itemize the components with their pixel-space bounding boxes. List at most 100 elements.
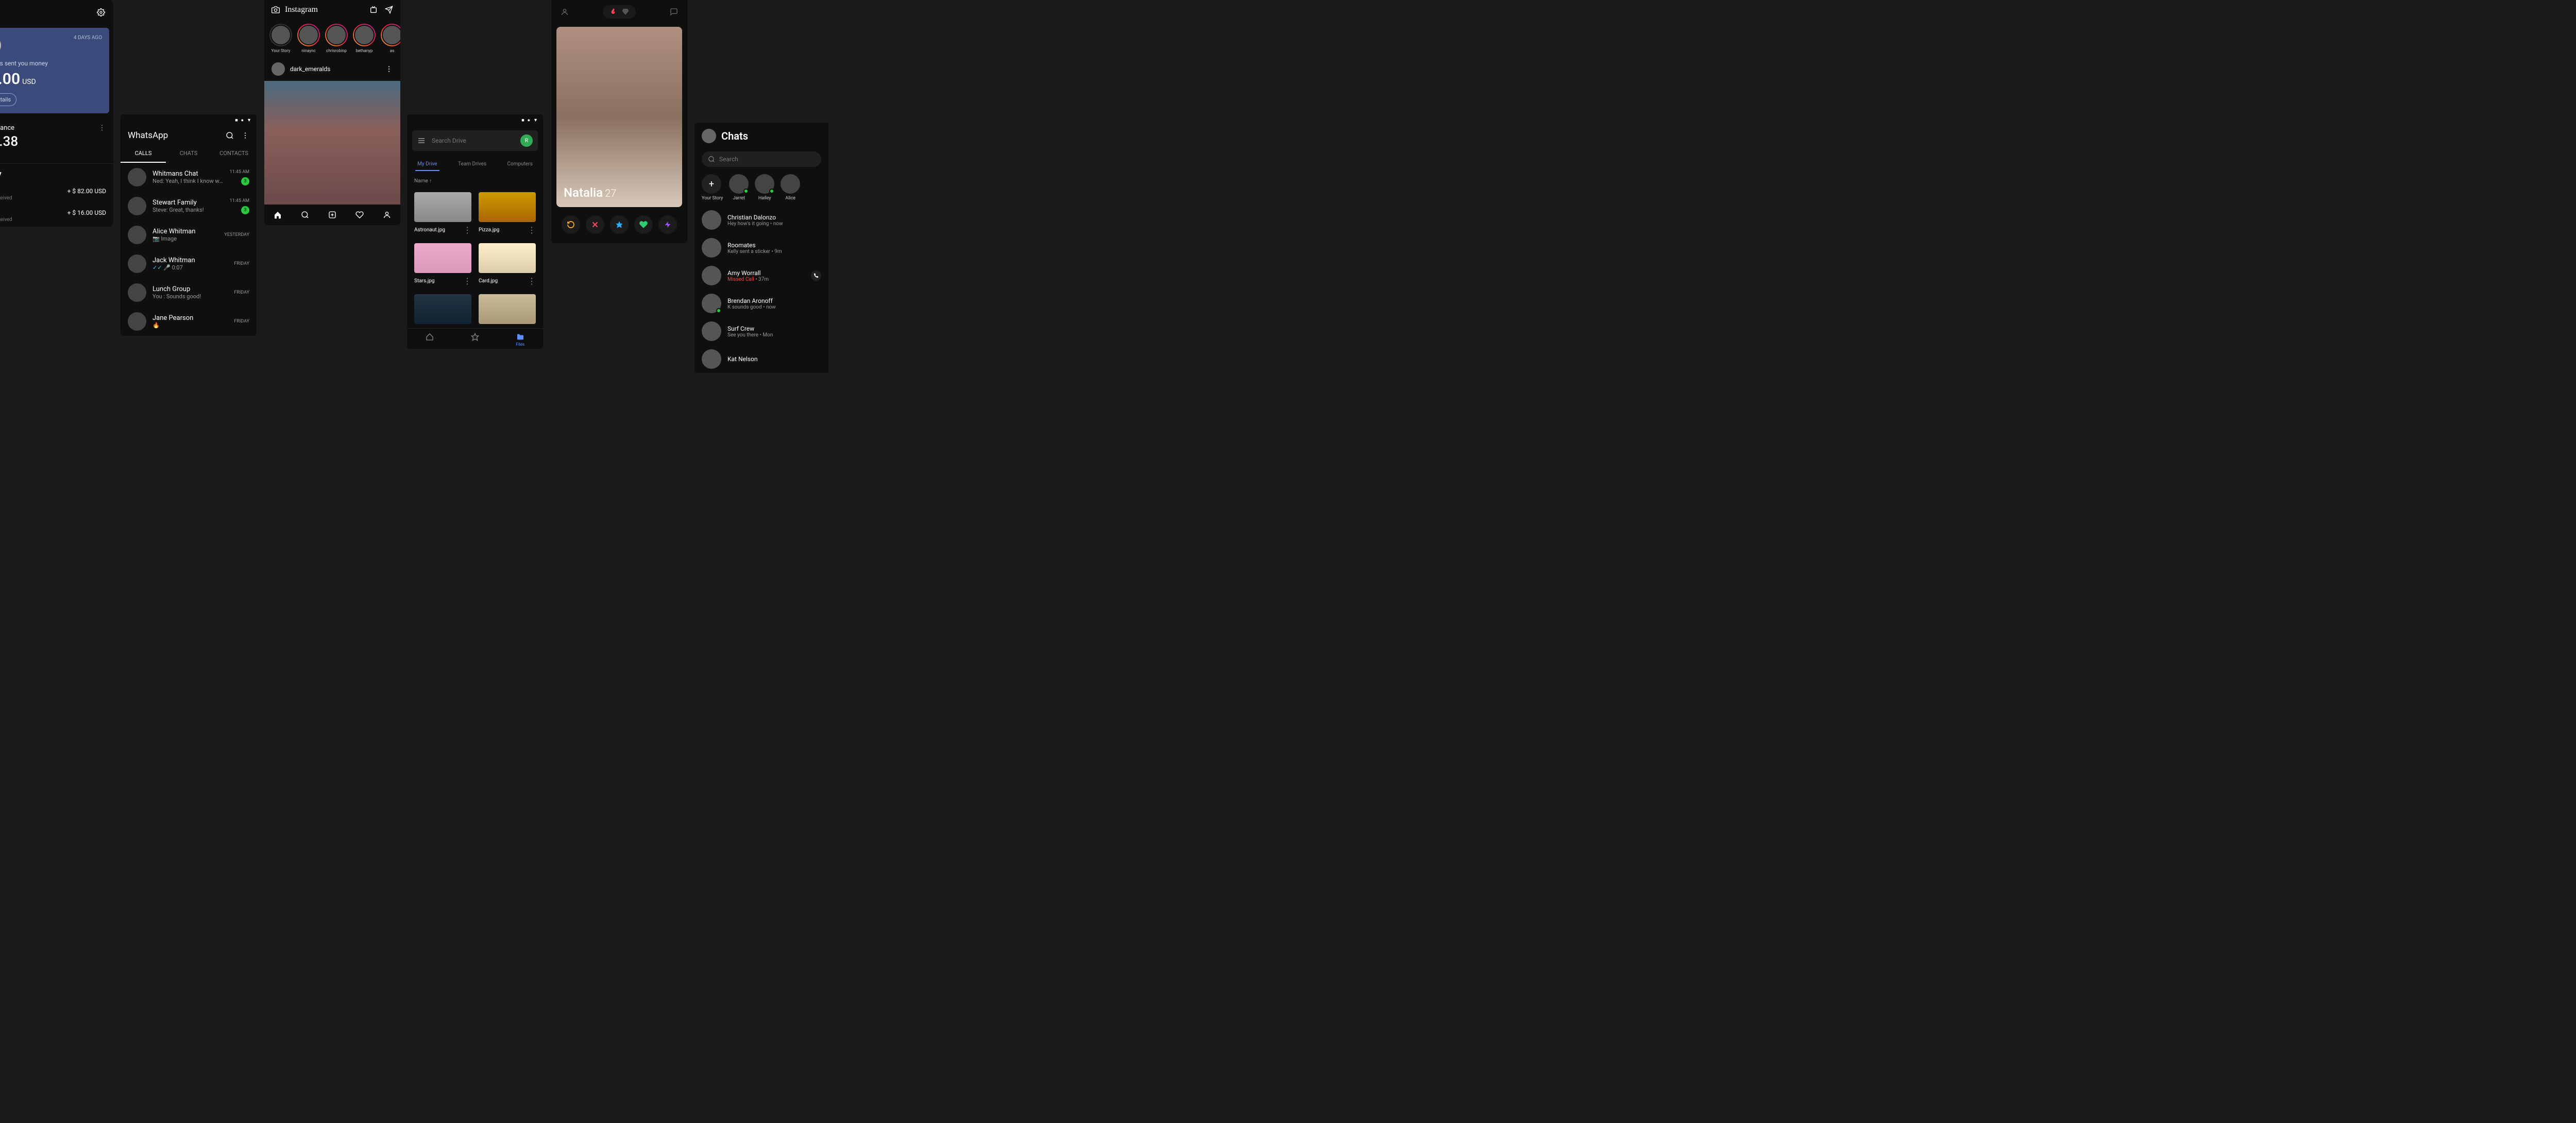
story-item[interactable]: +Your Story	[702, 174, 723, 201]
call-button[interactable]	[811, 270, 821, 281]
file-item[interactable]: Stars.jpg⋮	[414, 243, 471, 286]
more-icon[interactable]	[385, 65, 393, 73]
app-title: WhatsApp	[128, 130, 168, 141]
sort-header[interactable]: Name ↑	[407, 174, 543, 188]
chat-preview: Kelly sent a sticker • 9m	[727, 249, 821, 254]
nav-starred[interactable]	[471, 333, 479, 347]
chat-row[interactable]: Jack Whitman ✓✓ 🎤 0:07 FRIDAY	[121, 249, 257, 278]
story-item[interactable]: chrisrobinp	[325, 24, 348, 53]
tab-my-drive[interactable]: My Drive	[415, 158, 439, 171]
flame-icon[interactable]	[609, 8, 617, 16]
avatar	[702, 349, 721, 369]
chat-icon[interactable]	[670, 8, 678, 16]
profile-icon[interactable]	[561, 8, 569, 16]
chat-time: FRIDAY	[234, 261, 249, 266]
avatar	[128, 283, 146, 302]
profile-card[interactable]: Natalia27	[556, 27, 682, 207]
more-icon[interactable]: ⋮	[463, 276, 471, 286]
avatar	[702, 210, 721, 230]
avatar	[729, 174, 749, 194]
instagram-app: Instagram Your Storyninayncchrisrobinpbe…	[264, 0, 400, 225]
avatar	[354, 25, 375, 45]
chat-row[interactable]: Lunch Group You : Sounds good! FRIDAY	[121, 278, 257, 307]
chat-row[interactable]: Stewart Family Steve: Great, thanks! 11:…	[121, 192, 257, 220]
search-input[interactable]	[719, 156, 800, 163]
like-button[interactable]	[634, 215, 653, 234]
home-icon[interactable]	[274, 211, 282, 219]
boost-button[interactable]	[658, 215, 677, 234]
file-thumbnail	[414, 294, 471, 324]
avatar[interactable]	[272, 62, 285, 76]
chat-row[interactable]: Surf Crew See you there • Mon	[694, 317, 828, 345]
more-icon[interactable]	[98, 124, 106, 132]
tab-computers[interactable]: Computers	[505, 158, 535, 171]
tab-calls[interactable]: CALLS	[121, 145, 166, 163]
chat-preview: Ned: Yeah, I think I know what...	[152, 178, 224, 184]
file-item[interactable]: Pizza.jpg⋮	[479, 192, 536, 235]
tab-contacts[interactable]: CONTACTS	[211, 145, 257, 163]
post-image[interactable]	[264, 81, 400, 205]
add-icon[interactable]	[328, 211, 336, 219]
story-item[interactable]: Jarret	[729, 174, 749, 201]
more-icon[interactable]: ⋮	[528, 225, 536, 235]
search-icon[interactable]	[301, 211, 309, 219]
file-item[interactable]: Card.jpg⋮	[479, 243, 536, 286]
file-item[interactable]	[414, 294, 471, 324]
superlike-button[interactable]	[610, 215, 629, 234]
payment-card[interactable]: 4 DAYS AGO nes, has sent you money 82.00…	[0, 28, 109, 113]
tv-icon[interactable]	[369, 6, 378, 14]
tab-team-drives[interactable]: Team Drives	[456, 158, 488, 171]
activity-title: activity	[0, 169, 106, 178]
post-username[interactable]: dark_emeralds	[290, 65, 380, 73]
story-item[interactable]: Your Story	[269, 24, 292, 53]
avatar	[270, 25, 291, 45]
tab-chats[interactable]: CHATS	[166, 145, 211, 163]
profile-icon[interactable]	[383, 211, 391, 219]
camera-icon[interactable]	[272, 6, 280, 14]
heart-icon[interactable]	[355, 211, 364, 219]
menu-icon[interactable]	[417, 137, 426, 145]
chat-row[interactable]: Whitmans Chat Ned: Yeah, I think I know …	[121, 163, 257, 192]
file-item[interactable]: Astronaut.jpg⋮	[414, 192, 471, 235]
nav-files[interactable]: Files	[516, 333, 524, 347]
chat-row[interactable]: Christian Dalonzo Hey how's it going • n…	[694, 206, 828, 234]
rewind-button[interactable]	[562, 215, 580, 234]
activity-row[interactable]: EmilyMoney received + $ 16.00 USD	[0, 205, 113, 227]
avatar[interactable]	[702, 129, 716, 143]
see-details-button[interactable]: ee Details	[0, 93, 16, 106]
chat-name: Brendan Aronoff	[727, 297, 821, 304]
search-icon[interactable]	[226, 131, 234, 140]
chat-row[interactable]: Kat Nelson	[694, 345, 828, 373]
gear-icon[interactable]	[97, 8, 105, 16]
chat-row[interactable]: Alice Whitman 📷 Image YESTERDAY	[121, 220, 257, 249]
more-icon[interactable]: ⋮	[528, 276, 536, 286]
search-bar[interactable]	[702, 151, 821, 167]
more-icon[interactable]	[241, 131, 249, 140]
nope-button[interactable]	[586, 215, 604, 234]
story-item[interactable]: Hailey	[755, 174, 774, 201]
chat-preview: Missed Call • 37m	[727, 277, 805, 282]
chat-row[interactable]: Roomates Kelly sent a sticker • 9m	[694, 234, 828, 262]
nav-home[interactable]	[426, 333, 434, 347]
close-icon	[590, 220, 600, 229]
user-avatar[interactable]: R	[520, 134, 533, 147]
story-item[interactable]: bethanyp	[353, 24, 376, 53]
more-icon[interactable]: ⋮	[463, 225, 471, 235]
chat-name: Amy Worrall	[727, 269, 805, 277]
send-icon[interactable]	[385, 6, 393, 14]
story-item[interactable]: Alice	[781, 174, 800, 201]
avatar	[128, 168, 146, 186]
search-input[interactable]	[432, 137, 514, 144]
whatsapp-app: ■●▼ WhatsApp CALLS CHATS CONTACTS Whitma…	[121, 114, 257, 336]
chat-row[interactable]: Jane Pearson 🔥 FRIDAY	[121, 307, 257, 336]
chat-name: Jack Whitman	[152, 257, 228, 264]
file-item[interactable]	[479, 294, 536, 324]
chat-row[interactable]: Amy Worrall Missed Call • 37m	[694, 262, 828, 290]
chat-row[interactable]: Brendan Aronoff K sounds good • now	[694, 290, 828, 317]
messenger-app: Chats +Your StoryJarretHaileyAlice Chris…	[694, 123, 828, 373]
search-bar[interactable]: R	[412, 130, 538, 151]
story-item[interactable]: as	[381, 24, 400, 53]
story-item[interactable]: ninaync	[297, 24, 320, 53]
diamond-icon[interactable]	[621, 8, 630, 16]
activity-row[interactable]: JamesMoney received + $ 82.00 USD	[0, 183, 113, 205]
